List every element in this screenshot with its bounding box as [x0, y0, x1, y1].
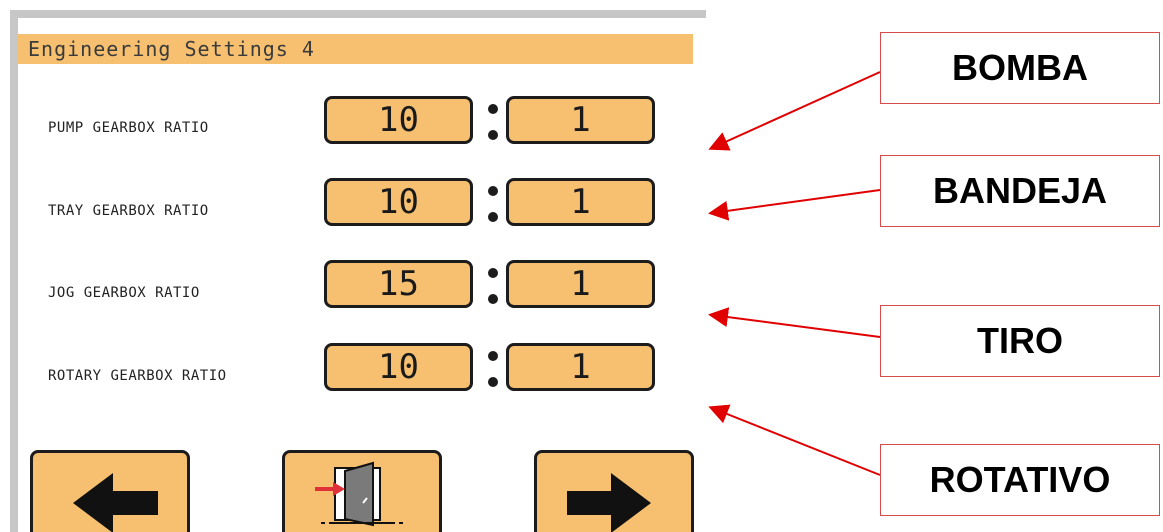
tiro-arrow [708, 307, 881, 338]
callout-bandeja: BANDEJA [880, 155, 1160, 227]
rotativo-arrow [708, 404, 881, 476]
bandeja-arrow [708, 189, 881, 221]
callout-bomba: BOMBA [880, 32, 1160, 104]
callout-tiro: TIRO [880, 305, 1160, 377]
bomba-arrow [708, 71, 881, 151]
callout-rotativo: ROTATIVO [880, 444, 1160, 516]
